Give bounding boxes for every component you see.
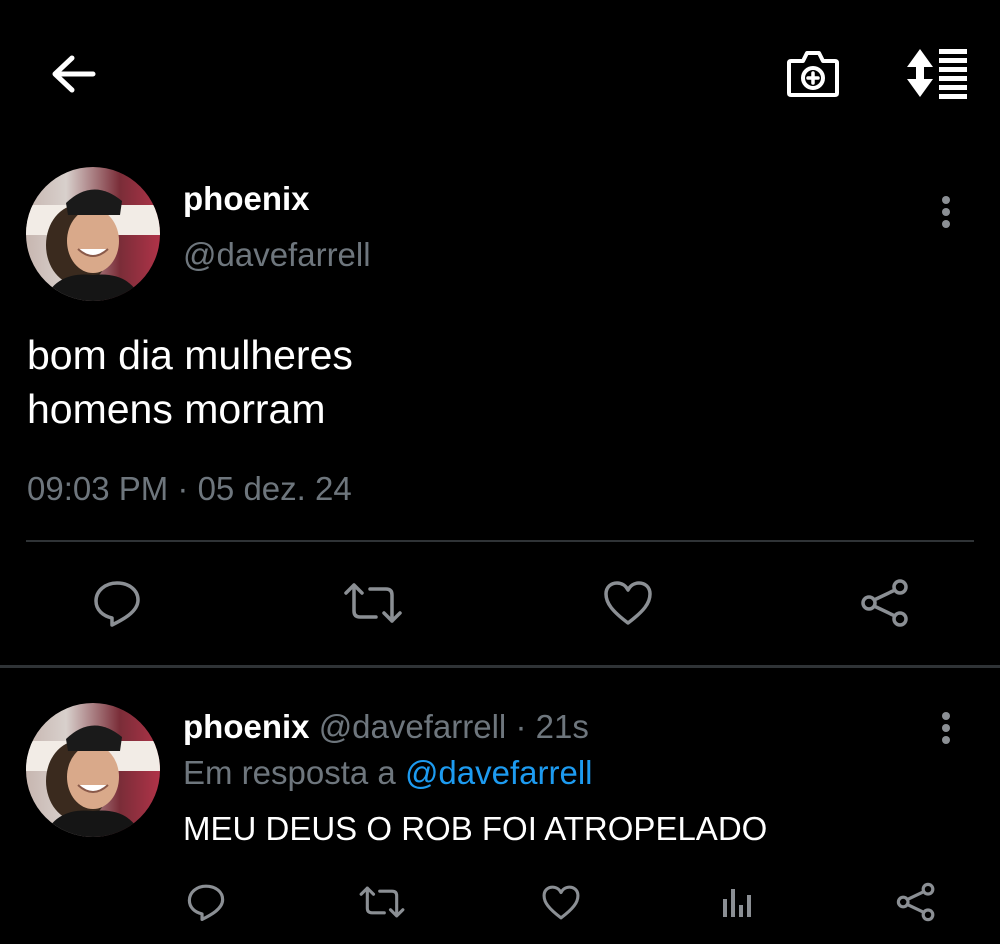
replying-to-mention[interactable]: @davefarrell	[405, 754, 593, 791]
separator: ·	[515, 708, 527, 745]
sort-list-icon	[905, 47, 971, 99]
share-icon	[860, 578, 910, 628]
reply-icon	[92, 579, 142, 627]
back-button[interactable]	[40, 45, 106, 103]
more-vertical-icon	[941, 711, 951, 745]
like-button[interactable]	[588, 568, 668, 638]
reply-display-name[interactable]: phoenix	[183, 708, 310, 745]
user-handle[interactable]: @davefarrell	[183, 236, 371, 274]
more-vertical-icon	[941, 195, 951, 229]
reply-reply-button[interactable]	[176, 874, 236, 930]
reply-icon	[186, 883, 226, 921]
camera-button[interactable]	[780, 42, 846, 104]
divider	[26, 540, 974, 542]
reply-more-options-button[interactable]	[930, 706, 962, 750]
display-name[interactable]: phoenix	[183, 180, 310, 218]
reply-avatar[interactable]	[26, 703, 160, 837]
tweet-text: bom dia mulheres homens morram	[27, 332, 353, 432]
views-icon	[721, 885, 755, 919]
camera-plus-icon	[785, 47, 841, 99]
section-divider	[0, 665, 1000, 668]
sort-button[interactable]	[900, 42, 976, 104]
arrow-left-icon	[50, 54, 96, 94]
like-icon	[602, 579, 654, 627]
reply-retweet-button[interactable]	[352, 874, 412, 930]
tweet-timestamp[interactable]: 09:03 PM · 05 dez. 24	[27, 470, 352, 508]
reply-age: 21s	[535, 708, 589, 745]
more-options-button[interactable]	[930, 190, 962, 234]
reply-header: phoenix @davefarrell · 21s	[183, 708, 589, 746]
share-icon	[896, 882, 936, 922]
retweet-icon	[342, 581, 404, 625]
retweet-button[interactable]	[333, 568, 413, 638]
reply-views-button[interactable]	[708, 874, 768, 930]
reply-text: MEU DEUS O ROB FOI ATROPELADO	[183, 810, 768, 847]
retweet-icon	[358, 885, 406, 919]
like-icon	[541, 884, 581, 921]
reply-like-button[interactable]	[531, 874, 591, 930]
replying-to: Em resposta a @davefarrell	[183, 754, 593, 792]
share-button[interactable]	[845, 568, 925, 638]
reply-button[interactable]	[77, 568, 157, 638]
reply-share-button[interactable]	[886, 874, 946, 930]
reply-handle[interactable]: @davefarrell	[319, 708, 507, 745]
avatar[interactable]	[26, 167, 160, 301]
replying-to-prefix: Em resposta a	[183, 754, 396, 791]
